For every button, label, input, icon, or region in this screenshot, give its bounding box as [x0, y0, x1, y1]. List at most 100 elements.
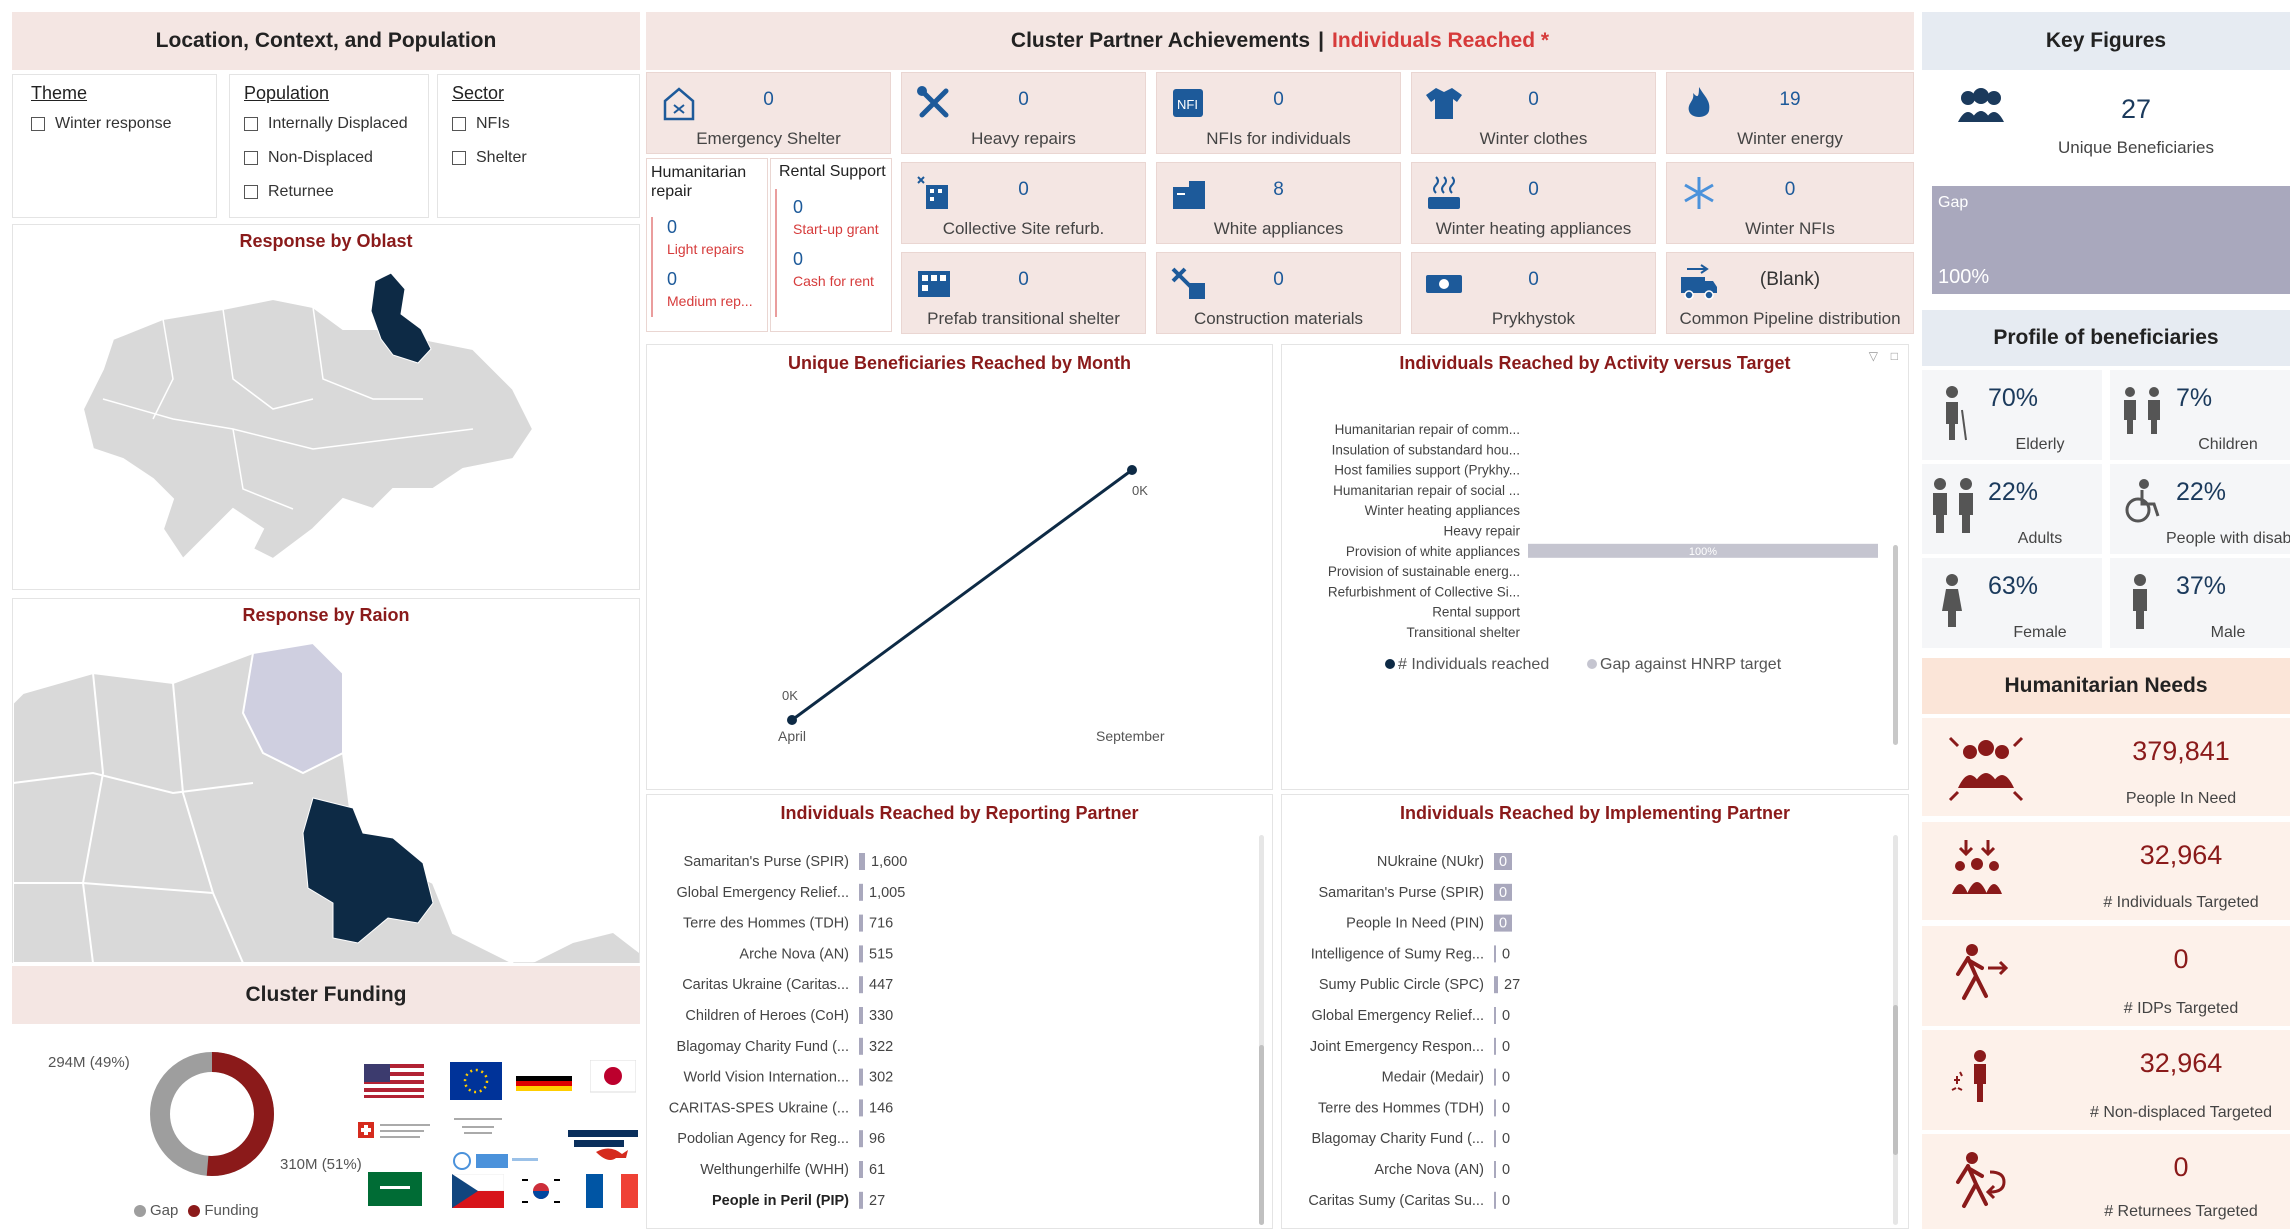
- partner-bar[interactable]: [859, 945, 863, 963]
- raion-map[interactable]: [13, 633, 639, 963]
- needs-header: Humanitarian Needs: [1922, 658, 2290, 714]
- need-idps-targeted: 0 # IDPs Targeted: [1922, 926, 2290, 1026]
- tile-value: 0: [1273, 89, 1284, 110]
- need-value: 379,841: [2132, 736, 2230, 766]
- usa-flag-icon: [364, 1064, 424, 1098]
- humanitarian-repair-card[interactable]: Humanitarian repair 0 Light repairs 0 Me…: [646, 158, 768, 332]
- activity-category-label: Transitional shelter: [1406, 625, 1520, 640]
- funding-legend: Gap Funding: [134, 1202, 259, 1219]
- tile-winter-heating-appliances[interactable]: 0 Winter heating appliances: [1411, 162, 1656, 244]
- line-data-label: 0K: [782, 688, 798, 703]
- need-value: 32,964: [2139, 840, 2223, 870]
- tile-winter-energy[interactable]: 19 Winter energy: [1666, 72, 1914, 154]
- partner-bar[interactable]: [859, 1037, 863, 1055]
- checkbox-shelter[interactable]: Shelter: [452, 149, 527, 167]
- theme-slicer: Theme Winter response: [12, 74, 217, 218]
- partner-bar[interactable]: [859, 1099, 863, 1117]
- focus-mode-icon[interactable]: □: [1891, 349, 1898, 363]
- checkbox-box[interactable]: [244, 185, 258, 199]
- profile-elderly: 70% Elderly: [1922, 370, 2102, 460]
- profile-children: 7% Children: [2110, 370, 2290, 460]
- tile-winter-nfis[interactable]: 0 Winter NFIs: [1666, 162, 1914, 244]
- partner-bar[interactable]: [859, 1191, 863, 1209]
- activity-scrollbar[interactable]: [1893, 545, 1898, 745]
- partner-bar[interactable]: [859, 1130, 863, 1148]
- partner-value-label: 0: [1499, 916, 1507, 932]
- oblast-map[interactable]: [13, 259, 639, 589]
- tile-heavy-repairs[interactable]: 0 Heavy repairs: [901, 72, 1146, 154]
- need-label: # Returnees Targeted: [2104, 1203, 2258, 1220]
- tile-nfis-individuals[interactable]: NFI 0 NFIs for individuals: [1156, 72, 1401, 154]
- checkbox-box[interactable]: [452, 151, 466, 165]
- ukraine-outline: [81, 297, 535, 561]
- checkbox-winter-response[interactable]: Winter response: [31, 115, 172, 133]
- rental-support-title: Rental Support: [779, 163, 886, 180]
- partner-bar[interactable]: [859, 976, 863, 994]
- filter-icon[interactable]: ▽: [1869, 349, 1878, 363]
- gap-label: Gap: [1938, 194, 1969, 211]
- partner-bar[interactable]: [1494, 1191, 1496, 1209]
- checkbox-non-displaced[interactable]: Non-Displaced: [244, 149, 373, 167]
- partner-bar[interactable]: [1494, 1099, 1496, 1117]
- tile-prefab-shelter[interactable]: 0 Prefab transitional shelter: [901, 252, 1146, 334]
- line-chart-title: Unique Beneficiaries Reached by Month: [787, 353, 1132, 373]
- partner-bar[interactable]: [1494, 945, 1496, 963]
- tile-winter-clothes[interactable]: 0 Winter clothes: [1411, 72, 1656, 154]
- partner-bar[interactable]: [859, 914, 863, 932]
- profile-female: 63% Female: [1922, 558, 2102, 648]
- australian-aid-logo-icon: [568, 1130, 638, 1160]
- partner-label: Global Emergency Relief...: [1312, 1008, 1484, 1024]
- implementing-partner-panel: Individuals Reached by Implementing Part…: [1281, 794, 1909, 1229]
- funding-donut: [150, 1052, 274, 1176]
- activity-category-label: Host families support (Prykhy...: [1334, 463, 1520, 478]
- partner-value-label: 302: [869, 1070, 893, 1086]
- eu-flag-icon: [450, 1062, 502, 1100]
- partner-bar[interactable]: [1494, 1007, 1496, 1024]
- partner-bar[interactable]: [859, 1161, 863, 1178]
- partner-value-label: 27: [1504, 977, 1520, 993]
- implementing-scrollbar-thumb[interactable]: [1893, 1005, 1898, 1155]
- partner-bar[interactable]: [1494, 976, 1498, 994]
- checkbox-internally-displaced[interactable]: Internally Displaced: [244, 115, 408, 133]
- partner-bar[interactable]: [859, 1007, 863, 1024]
- partner-bar[interactable]: [1494, 1130, 1496, 1148]
- activity-category-label: Rental support: [1432, 605, 1520, 620]
- partner-label: Children of Heroes (CoH): [685, 1008, 849, 1024]
- checkbox-box[interactable]: [452, 117, 466, 131]
- people-in-need-icon: [1948, 736, 2024, 802]
- funding-gap-label: 294M (49%): [48, 1054, 130, 1071]
- partner-bar[interactable]: [859, 883, 863, 901]
- light-repairs-label: Light repairs: [667, 241, 745, 257]
- tile-label: Collective Site refurb.: [942, 219, 1105, 238]
- startup-grant-value: 0: [793, 197, 804, 217]
- partner-label: Samaritan's Purse (SPIR): [1318, 885, 1484, 901]
- humanitarian-repair-title: Humanitarian repair: [651, 164, 747, 200]
- partner-label: Sumy Public Circle (SPC): [1319, 977, 1484, 993]
- people-group-icon: [1958, 88, 2004, 122]
- checkbox-box[interactable]: [244, 151, 258, 165]
- tile-collective-site[interactable]: 0 Collective Site refurb.: [901, 162, 1146, 244]
- partner-bar[interactable]: [1494, 1037, 1496, 1055]
- checkbox-box[interactable]: [244, 117, 258, 131]
- activity-category-label: Provision of sustainable energ...: [1328, 564, 1520, 579]
- line-chart-panel: Unique Beneficiaries Reached by Month 0K…: [646, 344, 1273, 790]
- tile-white-appliances[interactable]: 8 White appliances: [1156, 162, 1401, 244]
- tile-construction-materials[interactable]: 0 Construction materials: [1156, 252, 1401, 334]
- partner-bar[interactable]: [1494, 1161, 1496, 1178]
- partner-bar[interactable]: [859, 1068, 863, 1086]
- tile-common-pipeline[interactable]: (Blank) Common Pipeline distribution: [1666, 252, 1914, 334]
- checkbox-nfis[interactable]: NFIs: [452, 115, 510, 133]
- partner-bar[interactable]: [1494, 1068, 1496, 1086]
- tile-prykhystok[interactable]: 0 Prykhystok: [1411, 252, 1656, 334]
- tile-value: 0: [1018, 269, 1029, 290]
- activity-chart: Humanitarian repair of comm... Insulation…: [1328, 422, 1878, 673]
- checkbox-returnee[interactable]: Returnee: [244, 183, 334, 201]
- partner-label: NUkraine (NUkr): [1377, 854, 1484, 870]
- checkbox-box[interactable]: [31, 117, 45, 131]
- rental-support-card[interactable]: Rental Support 0 Start-up grant 0 Cash f…: [770, 158, 892, 332]
- profile-label: Female: [2013, 624, 2067, 641]
- reporting-scrollbar-thumb[interactable]: [1259, 1045, 1264, 1225]
- funding-funding-label: 310M (51%): [280, 1156, 362, 1173]
- tile-emergency-shelter[interactable]: 0 Emergency Shelter: [646, 72, 891, 154]
- partner-bar[interactable]: [859, 853, 865, 870]
